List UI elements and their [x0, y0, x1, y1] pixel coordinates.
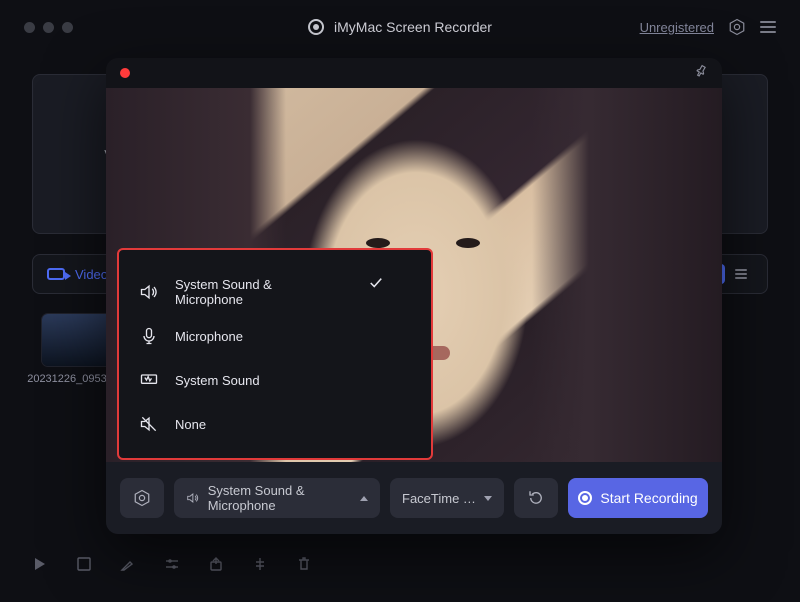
audio-option-system-and-mic[interactable]: System Sound & Microphone — [119, 270, 321, 314]
speaker-mic-icon — [139, 282, 159, 302]
record-icon — [578, 491, 592, 505]
titlebar: iMyMac Screen Recorder Unregistered — [0, 0, 800, 54]
modal-titlebar — [106, 58, 722, 88]
list-view-button[interactable] — [729, 264, 753, 284]
video-tab-icon — [47, 268, 65, 280]
delete-icon[interactable] — [296, 556, 312, 572]
mute-icon — [139, 414, 159, 434]
camera-source-label: FaceTime … — [402, 491, 476, 506]
camera-source-dropdown[interactable]: FaceTime … — [390, 478, 504, 518]
audio-menu-selected-column — [321, 250, 431, 458]
audio-option-system-sound[interactable]: System Sound — [119, 358, 321, 402]
audio-source-dropdown[interactable]: System Sound & Microphone — [174, 478, 380, 518]
menu-icon[interactable] — [760, 21, 776, 33]
start-recording-button[interactable]: Start Recording — [568, 478, 708, 518]
compress-icon[interactable] — [252, 556, 268, 572]
close-modal-button[interactable] — [120, 68, 130, 78]
audio-option-label: Microphone — [175, 329, 243, 344]
share-icon[interactable] — [208, 556, 224, 572]
bottom-toolbar — [32, 556, 312, 572]
reset-button[interactable] — [514, 478, 558, 518]
audio-option-label: System Sound & Microphone — [175, 277, 301, 307]
app-title: iMyMac Screen Recorder — [308, 19, 492, 35]
start-recording-label: Start Recording — [600, 490, 697, 506]
settings-icon[interactable] — [728, 18, 746, 36]
pin-icon[interactable] — [694, 64, 708, 83]
minimize-window-button[interactable] — [43, 22, 54, 33]
library-tab-video[interactable]: Video — [75, 267, 108, 282]
recorder-settings-button[interactable] — [120, 478, 164, 518]
check-icon — [369, 276, 383, 290]
chevron-up-icon — [360, 496, 368, 501]
chevron-down-icon — [484, 496, 492, 501]
audio-option-label: None — [175, 417, 206, 432]
audio-source-menu: System Sound & Microphone Microphone Sys… — [119, 250, 431, 458]
save-icon[interactable] — [76, 556, 92, 572]
audio-option-label: System Sound — [175, 373, 260, 388]
app-title-text: iMyMac Screen Recorder — [334, 19, 492, 35]
microphone-icon — [139, 326, 159, 346]
window-controls — [24, 22, 73, 33]
close-window-button[interactable] — [24, 22, 35, 33]
system-sound-icon — [139, 370, 159, 390]
audio-source-label: System Sound & Microphone — [208, 483, 352, 513]
audio-option-microphone[interactable]: Microphone — [119, 314, 321, 358]
play-button[interactable] — [32, 556, 48, 572]
annotate-icon[interactable] — [120, 556, 136, 572]
sliders-icon[interactable] — [164, 556, 180, 572]
license-status-link[interactable]: Unregistered — [640, 20, 714, 35]
audio-option-none[interactable]: None — [119, 402, 321, 446]
modal-footer: System Sound & Microphone FaceTime … Sta… — [106, 462, 722, 534]
speaker-icon — [186, 490, 200, 506]
zoom-window-button[interactable] — [62, 22, 73, 33]
app-logo-icon — [308, 19, 324, 35]
